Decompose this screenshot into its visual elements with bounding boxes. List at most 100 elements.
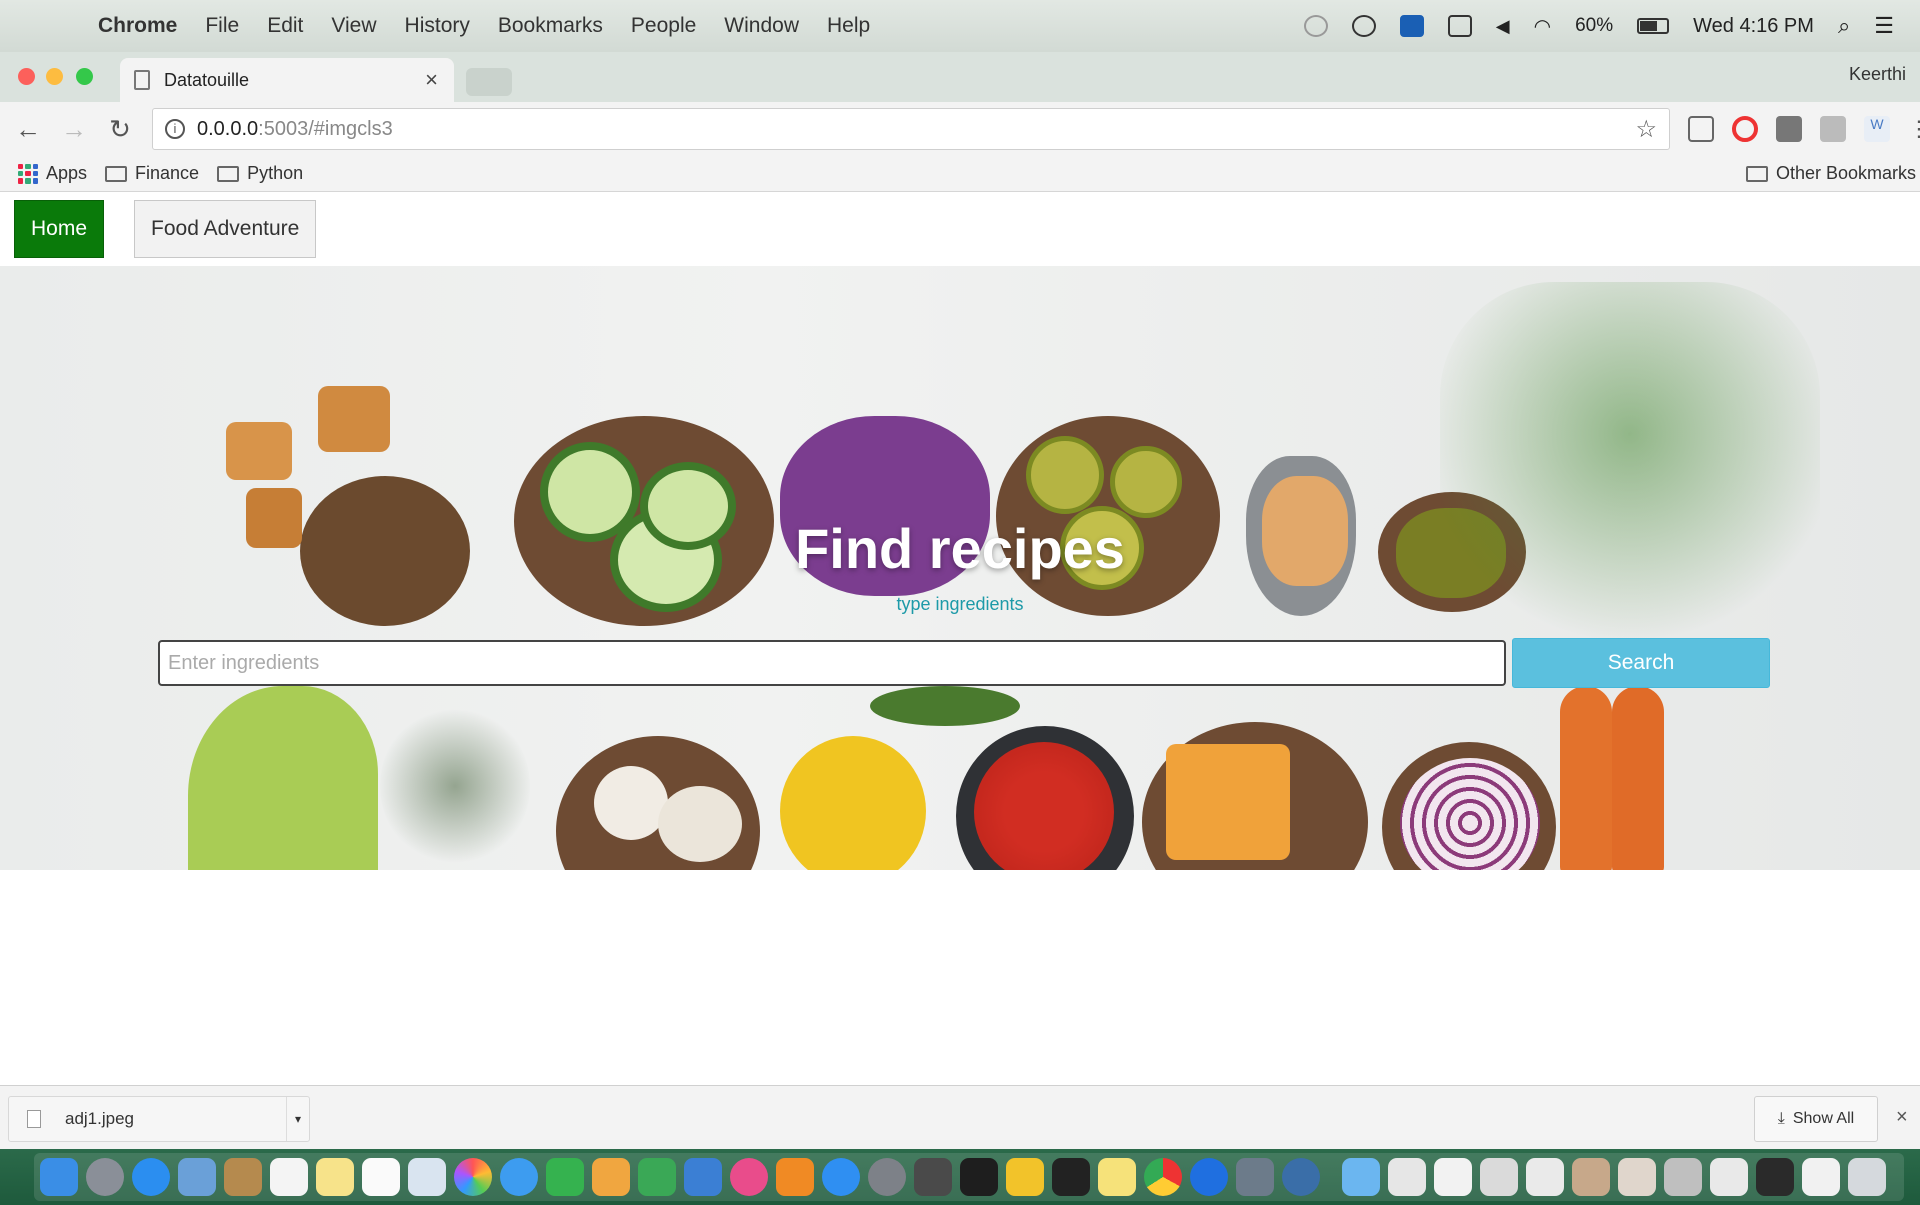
facetime-icon[interactable] [546,1158,584,1196]
menu-help[interactable]: Help [827,14,870,38]
dock-thumbnail-icon[interactable] [1618,1158,1656,1196]
spotlight-search-icon[interactable]: ⌕ [1838,13,1850,39]
chrome-icon[interactable] [1144,1158,1182,1196]
menu-file[interactable]: File [205,14,239,38]
launchpad-icon[interactable] [86,1158,124,1196]
teamviewer-icon[interactable] [1190,1158,1228,1196]
reminders-icon[interactable] [362,1158,400,1196]
ingredients-search-input[interactable] [158,640,1506,686]
dock-thumbnail-icon[interactable] [1756,1158,1794,1196]
photos-icon[interactable] [454,1158,492,1196]
teamviewer-status-icon[interactable] [1399,15,1424,37]
safari-icon[interactable] [132,1158,170,1196]
cast-icon[interactable] [1688,116,1714,142]
food-adventure-button[interactable]: Food Adventure [134,200,317,258]
stickies-icon[interactable] [1098,1158,1136,1196]
quicktime-icon[interactable] [1282,1158,1320,1196]
system-preferences-icon[interactable] [868,1158,906,1196]
sublime-text-icon[interactable] [914,1158,952,1196]
back-arrow-icon[interactable]: ← [10,114,46,145]
opera-extension-icon[interactable] [1732,116,1758,142]
window-minimize-button[interactable] [46,68,63,85]
notebook-icon[interactable] [224,1158,262,1196]
pages-doc-icon[interactable] [592,1158,630,1196]
volume-icon[interactable]: ◀ [1496,16,1510,37]
profile-button[interactable]: Keerthi [1849,64,1906,85]
window-zoom-button[interactable] [76,68,93,85]
notification-center-icon[interactable]: ☰ [1874,13,1894,39]
close-shelf-icon[interactable]: × [1896,1106,1908,1129]
webex-icon[interactable] [1006,1158,1044,1196]
menu-history[interactable]: History [405,14,470,38]
reload-icon[interactable]: ↻ [102,114,138,145]
trash-icon[interactable] [1848,1158,1886,1196]
bookmark-star-icon[interactable]: ☆ [1635,115,1657,144]
bookmark-other-bookmarks[interactable]: Other Bookmarks [1745,163,1916,184]
checkmark-status-icon[interactable] [1351,15,1376,37]
menu-clock[interactable]: Wed 4:16 PM [1693,15,1814,38]
bookmark-folder-finance[interactable]: Finance [105,163,199,184]
grey-extension-icon[interactable] [1820,116,1846,142]
menu-view[interactable]: View [331,14,376,38]
terminal-icon[interactable] [960,1158,998,1196]
menu-people[interactable]: People [631,14,696,38]
help-extension-icon[interactable] [1776,116,1802,142]
carrot [1612,686,1664,870]
image-capture-icon[interactable] [1236,1158,1274,1196]
notes-icon[interactable] [316,1158,354,1196]
pickle-slice [1026,436,1104,514]
keynote-icon[interactable] [684,1158,722,1196]
search-button[interactable]: Search [1512,638,1770,688]
dock-thumbnail-icon[interactable] [1434,1158,1472,1196]
messages-icon[interactable] [500,1158,538,1196]
hero-banner-image: Find recipes type ingredients Search [0,266,1920,870]
mushroom [658,786,742,862]
bookmark-apps[interactable]: Apps [18,163,87,184]
menu-app-chrome[interactable]: Chrome [98,14,177,38]
finder-icon[interactable] [40,1158,78,1196]
ibooks-icon[interactable] [776,1158,814,1196]
dock-thumbnail-icon[interactable] [1802,1158,1840,1196]
dock-thumbnail-icon[interactable] [1388,1158,1426,1196]
app-store-icon[interactable] [822,1158,860,1196]
tab-datatouille[interactable]: Datatouille × [120,58,454,102]
bookmark-python-label: Python [247,163,304,183]
dock-thumbnail-icon[interactable] [1480,1158,1518,1196]
chevron-down-icon[interactable]: ▾ [285,1097,301,1141]
menu-edit[interactable]: Edit [267,14,303,38]
macos-dock [0,1149,1920,1205]
dock-thumbnail-icon[interactable] [1664,1158,1702,1196]
new-tab-button[interactable] [466,68,512,96]
site-info-icon[interactable]: i [165,119,185,139]
bookmark-apps-label: Apps [46,163,88,183]
preview-icon[interactable] [178,1158,216,1196]
wifi-icon[interactable]: ◠ [1534,14,1551,39]
address-bar[interactable]: i 0.0.0.0 :5003/#imgcls3 ☆ [152,108,1670,150]
pages-icon[interactable] [408,1158,446,1196]
chrome-menu-icon[interactable]: ⋮ [1908,116,1920,142]
bookmark-folder-python[interactable]: Python [217,163,303,184]
menu-window[interactable]: Window [724,14,799,38]
numbers-icon[interactable] [638,1158,676,1196]
calendar-icon[interactable] [270,1158,308,1196]
downloads-folder-icon[interactable] [1342,1158,1380,1196]
home-button[interactable]: Home [14,200,105,258]
forward-arrow-icon[interactable]: → [56,114,92,145]
tab-close-icon[interactable]: × [425,67,438,93]
lemon [780,736,926,870]
pickle-slice [1110,446,1182,518]
w-extension-icon[interactable]: W [1864,116,1890,142]
window-close-button[interactable] [18,68,35,85]
download-item[interactable]: adj1.jpeg ▾ [8,1096,310,1142]
download-shelf: adj1.jpeg ▾ ⤓ Show All × [0,1085,1920,1149]
battery-icon[interactable] [1637,18,1670,34]
itunes-icon[interactable] [730,1158,768,1196]
dock-thumbnail-icon[interactable] [1710,1158,1748,1196]
airplay-icon[interactable] [1447,15,1472,37]
dock-thumbnail-icon[interactable] [1572,1158,1610,1196]
activity-monitor-icon[interactable] [1052,1158,1090,1196]
show-all-downloads-button[interactable]: ⤓ Show All [1754,1096,1878,1142]
dock-thumbnail-icon[interactable] [1526,1158,1564,1196]
menu-bookmarks[interactable]: Bookmarks [498,14,603,38]
record-icon[interactable] [1303,15,1328,37]
